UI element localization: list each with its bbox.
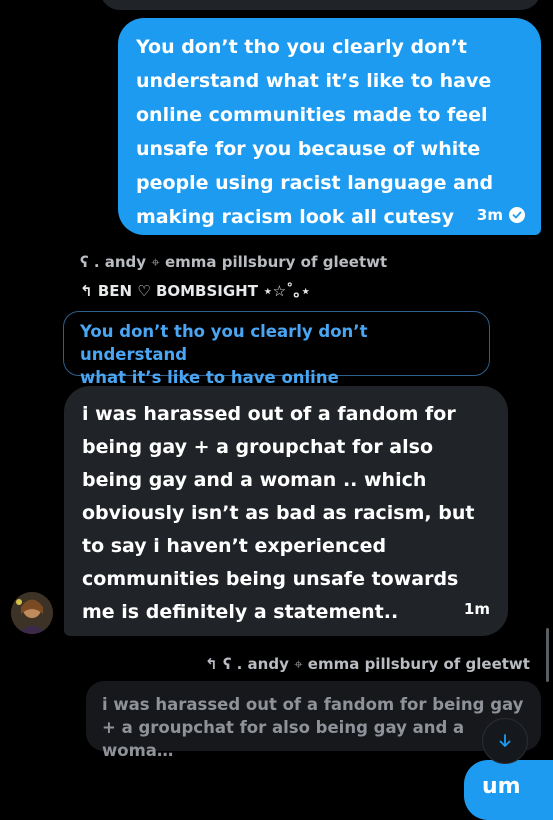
reply-header-self: ↰ ʕ . andy ⌖ emma pillsbury of gleetwt: [205, 655, 530, 673]
quoted-message-preview[interactable]: You don’t tho you clearly don’t understa…: [63, 311, 490, 410]
reply-header-user: ʕ . andy ⌖ emma pillsbury of gleetwt: [80, 253, 387, 271]
avatar[interactable]: [11, 592, 53, 634]
separator-icon: ⌖: [151, 253, 160, 271]
reply-user-subtitle: emma pillsbury of gleetwt: [307, 655, 530, 673]
quoted-message-preview-2[interactable]: i was harassed out of a fandom for being…: [86, 681, 541, 760]
sent-message-meta: 3m: [477, 205, 525, 225]
reply-user-name: ʕ . andy: [80, 253, 147, 271]
received-message-text: i was harassed out of a fandom for being…: [82, 403, 475, 623]
scrollbar[interactable]: [546, 628, 549, 682]
received-message-bubble[interactable]: i was harassed out of a fandom for being…: [64, 386, 508, 636]
sent-message-text: You don’t tho you clearly don’t understa…: [136, 36, 494, 228]
reply-target-name: BEN ♡ BOMBSIGHT ⋆☆˚｡⋆: [97, 282, 311, 300]
reply-arrow-icon: ↰: [80, 282, 93, 300]
separator-icon: ⌖: [294, 655, 303, 673]
sent-message-bubble[interactable]: You don’t tho you clearly don’t understa…: [118, 18, 541, 235]
partial-sent-text: um: [482, 774, 521, 799]
read-check-icon: [509, 207, 525, 223]
scroll-to-bottom-button[interactable]: [482, 718, 528, 764]
reply-arrow-icon: ↰: [205, 655, 218, 673]
received-message-time: 1m: [463, 600, 490, 618]
sent-message-time: 3m: [476, 206, 503, 224]
partial-sent-bubble[interactable]: um: [464, 760, 553, 820]
arrow-down-icon: [499, 734, 511, 747]
reply-user-name: ʕ . andy: [222, 655, 289, 673]
reply-header-target: ↰ BEN ♡ BOMBSIGHT ⋆☆˚｡⋆: [80, 280, 310, 301]
reply-user-subtitle: emma pillsbury of gleetwt: [164, 253, 388, 271]
previous-message-bubble: [100, 0, 541, 10]
